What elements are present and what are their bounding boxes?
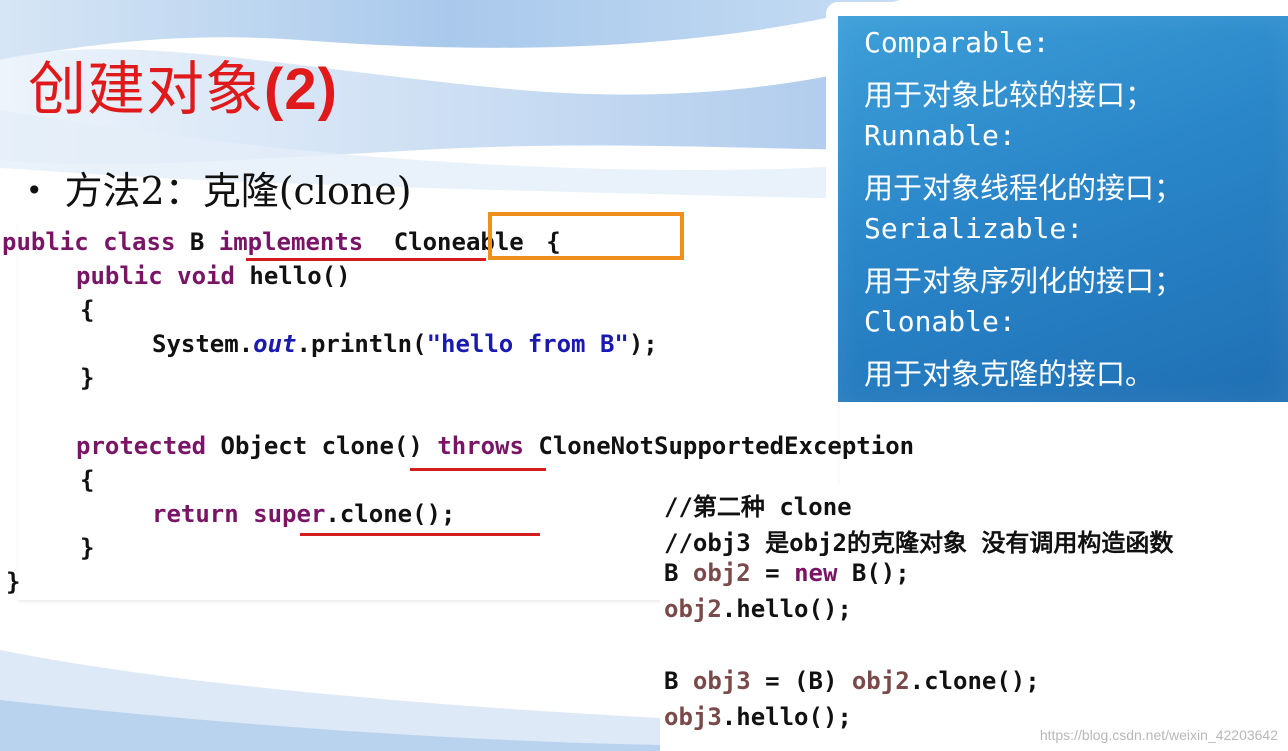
kw-public-void: public void <box>76 262 250 290</box>
field-out: out <box>253 330 297 358</box>
info-desc-clonable: 用于对象克隆的接口。 <box>864 357 1155 391</box>
hello-call: .hello(); <box>721 595 852 623</box>
kw-return: return <box>152 500 254 528</box>
println-call: .println( <box>296 330 427 358</box>
interface-info-box: Comparable: 用于对象比较的接口； Runnable: 用于对象线程化… <box>826 2 1288 404</box>
kw-throws: throws <box>422 432 539 460</box>
var-obj2: obj2 <box>851 667 910 695</box>
info-term-serializable: Serializable: <box>864 212 1084 245</box>
call-end: ); <box>628 330 658 358</box>
method-hello: hello() <box>249 262 351 290</box>
exception-name: CloneNotSupportedException <box>538 432 915 460</box>
type-object: Object <box>220 432 322 460</box>
code-line-10: } <box>6 568 21 596</box>
bullet-point: • 方法2：克隆(clone) <box>26 160 412 215</box>
var-obj3: obj3 <box>692 667 751 695</box>
info-term-comparable: Comparable: <box>864 26 1050 59</box>
bullet-text: 方法2：克隆(clone) <box>64 169 412 213</box>
watermark: https://blog.csdn.net/weixin_42203642 <box>1039 727 1278 743</box>
snippet-line-5: B obj3 = (B) obj2.clone(); <box>664 667 1040 695</box>
code-line-8: return super.clone(); <box>152 500 455 528</box>
type-b: B <box>664 559 693 587</box>
title-number: (2) <box>264 57 338 122</box>
type-b: B <box>664 667 693 695</box>
code-line-7: { <box>80 466 95 494</box>
info-desc-comparable: 用于对象比较的接口； <box>864 78 1155 112</box>
snippet-line-6: obj3.hello(); <box>664 703 852 731</box>
var-obj2: obj2 <box>692 559 751 587</box>
clone-call: .clone(); <box>909 667 1040 695</box>
slide-title: 创建对象(2) <box>28 42 338 126</box>
info-box-panel: Comparable: 用于对象比较的接口； Runnable: 用于对象线程化… <box>838 16 1288 402</box>
code-line-1: public class B implements Cloneable { <box>2 228 561 256</box>
code-line-6: protected Object clone() throws CloneNot… <box>76 432 914 460</box>
snippet-comment-1: //第二种 clone <box>664 493 852 521</box>
snippet-line-3: B obj2 = new B(); <box>664 559 910 587</box>
bullet-dot-icon: • <box>26 174 43 207</box>
snippet-comment-2: //obj3 是obj2的克隆对象 没有调用构造函数 <box>664 529 1174 557</box>
super-clone-call: .clone(); <box>325 500 456 528</box>
usage-snippet: //第二种 clone //obj3 是obj2的克隆对象 没有调用构造函数 B… <box>660 485 1288 751</box>
implements-underline <box>246 258 486 261</box>
method-clone: clone() <box>321 432 423 460</box>
cloneable-highlight-box <box>488 212 684 260</box>
assign: = <box>750 559 795 587</box>
title-text: 创建对象 <box>28 55 265 123</box>
kw-implements: implements <box>218 228 378 256</box>
snippet-line-4: obj2.hello(); <box>664 595 852 623</box>
code-line-9: } <box>80 534 95 562</box>
var-obj3: obj3 <box>664 703 722 731</box>
class-name: B <box>189 228 219 256</box>
code-line-5: } <box>80 364 95 392</box>
code-line-3: { <box>80 296 95 324</box>
clone-underline <box>410 468 546 471</box>
info-desc-serializable: 用于对象序列化的接口； <box>864 264 1184 298</box>
kw-new: new <box>794 559 838 587</box>
kw-public-class: public class <box>2 228 190 256</box>
hello-call: .hello(); <box>721 703 852 731</box>
kw-protected: protected <box>76 432 221 460</box>
system-ref: System. <box>152 330 254 358</box>
info-term-runnable: Runnable: <box>864 119 1016 152</box>
code-line-4: System.out.println("hello from B"); <box>152 330 658 358</box>
var-obj2: obj2 <box>664 595 722 623</box>
code-line-2: public void hello() <box>76 262 351 290</box>
ctor-call: B(); <box>837 559 910 587</box>
string-literal: "hello from B" <box>426 330 629 358</box>
info-term-clonable: Clonable: <box>864 305 1016 338</box>
kw-super: super <box>253 500 326 528</box>
info-desc-runnable: 用于对象线程化的接口； <box>864 171 1184 205</box>
cast: = (B) <box>750 667 852 695</box>
super-clone-underline <box>300 533 540 536</box>
